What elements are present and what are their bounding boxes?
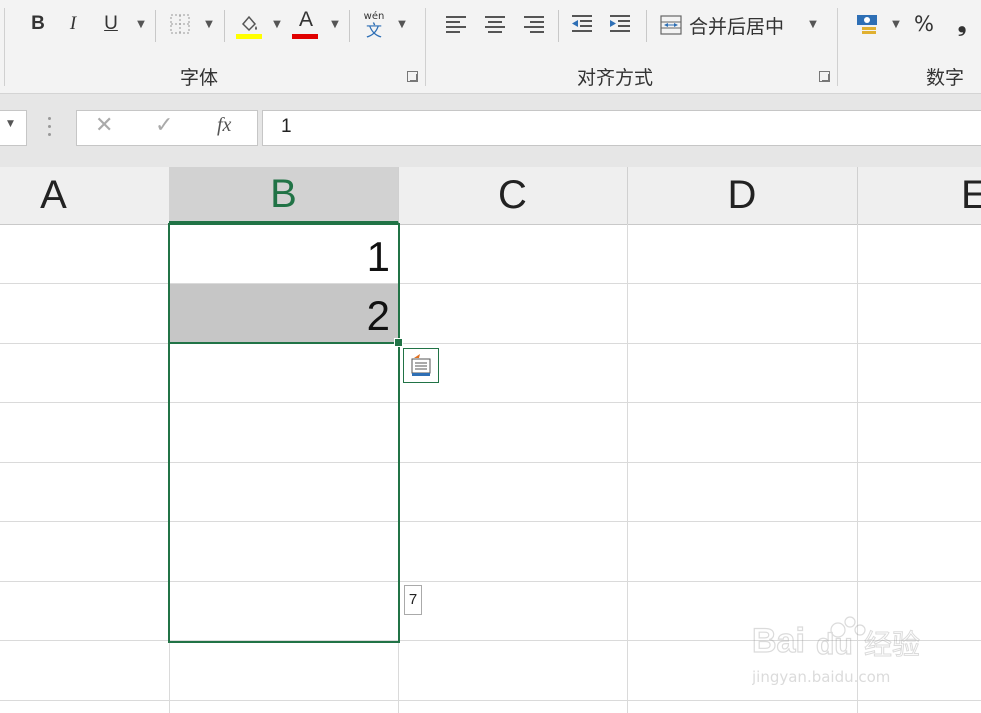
name-box-chevron-down-icon[interactable]: ▼ (7, 119, 14, 129)
insert-function-button[interactable]: fx (217, 114, 231, 137)
column-header-d[interactable]: D (627, 167, 858, 224)
accounting-format-icon[interactable] (856, 13, 882, 37)
toolbar-divider (558, 10, 559, 42)
row-gridline (0, 343, 981, 344)
align-center-icon[interactable] (484, 14, 506, 34)
group-separator (837, 8, 838, 86)
font-color-dropdown-chevron-icon[interactable]: ▼ (328, 14, 342, 34)
formula-value: 1 (281, 116, 292, 137)
column-header-e[interactable]: E (857, 167, 981, 224)
auto-fill-options-button[interactable] (403, 348, 439, 383)
baidu-jingyan-watermark: Bai du 经验 jingyan.baidu.com (751, 610, 932, 690)
align-left-icon[interactable] (446, 14, 468, 34)
selection-active-boundary (170, 342, 398, 344)
merge-center-dropdown-chevron-icon[interactable]: ▼ (806, 14, 820, 34)
borders-button[interactable] (167, 10, 193, 38)
group-separator (4, 8, 5, 86)
row-gridline (0, 462, 981, 463)
cancel-icon[interactable]: ✕ (95, 113, 113, 138)
underline-button[interactable]: U (98, 10, 124, 38)
row-gridline (0, 283, 981, 284)
ribbon: B I U ▼ ▼ ▼ A ▼ wén 文 ▼ 字体 合并后居中 ▼ 对齐方式 … (0, 0, 981, 94)
phonetic-dropdown-chevron-icon[interactable]: ▼ (395, 14, 409, 34)
font-dialog-launcher-icon[interactable] (407, 71, 418, 82)
font-color-swatch (292, 34, 318, 39)
auto-fill-options-icon (411, 354, 431, 376)
underline-dropdown-chevron-icon[interactable]: ▼ (134, 14, 148, 34)
italic-button[interactable]: I (60, 10, 86, 38)
toolbar-divider (349, 10, 350, 42)
column-header-label: B (270, 171, 297, 216)
selection-range[interactable] (168, 223, 400, 643)
comma-style-button[interactable]: ❟ (950, 10, 974, 38)
percent-style-button[interactable]: % (910, 10, 938, 38)
formula-input[interactable]: 1 (262, 110, 981, 146)
svg-text:du: du (816, 628, 853, 661)
increase-indent-icon[interactable] (608, 13, 632, 35)
row-gridline (0, 402, 981, 403)
svg-text:jingyan.baidu.com: jingyan.baidu.com (752, 668, 890, 686)
fill-color-swatch (236, 34, 262, 39)
column-header-label: D (727, 173, 757, 217)
column-header-c[interactable]: C (398, 167, 628, 224)
enter-icon[interactable]: ✓ (155, 113, 173, 138)
column-header-row: A B C D E (0, 167, 981, 225)
column-header-a[interactable]: A (0, 167, 170, 224)
bold-button[interactable]: B (25, 10, 51, 38)
column-header-label: A (40, 173, 67, 217)
row-gridline (0, 581, 981, 582)
row-gridline (0, 700, 981, 701)
accounting-dropdown-chevron-icon[interactable]: ▼ (889, 14, 903, 34)
svg-text:Bai: Bai (752, 622, 805, 660)
paint-bucket-icon (241, 15, 257, 32)
alignment-group-label: 对齐方式 (577, 67, 654, 89)
align-right-icon[interactable] (522, 14, 544, 34)
toolbar-divider (224, 10, 225, 42)
name-box[interactable]: ▼ (0, 110, 27, 146)
font-color-button[interactable]: A (292, 6, 320, 34)
toolbar-divider (155, 10, 156, 42)
column-header-label: E (961, 173, 981, 217)
number-group-label: 数字 (926, 67, 965, 89)
font-group-label: 字体 (180, 67, 219, 89)
phonetic-guide-button[interactable]: wén 文 (359, 11, 389, 41)
phonetic-char-text: 文 (365, 21, 382, 40)
formula-bar: ▼ ✕ ✓ fx 1 (0, 94, 981, 167)
group-separator (425, 8, 426, 86)
formula-bar-resize-handle[interactable] (48, 117, 52, 137)
fill-preview-tooltip: 7 (404, 585, 422, 615)
column-gridline (627, 224, 628, 713)
toolbar-divider (646, 10, 647, 42)
column-header-b[interactable]: B (169, 167, 399, 224)
borders-icon (170, 14, 190, 34)
alignment-dialog-launcher-icon[interactable] (819, 71, 830, 82)
merge-center-button[interactable]: 合并后居中 (689, 12, 784, 39)
column-header-label: C (498, 173, 527, 217)
borders-dropdown-chevron-icon[interactable]: ▼ (202, 14, 216, 34)
watermark-logo: Bai du 经验 jingyan.baidu.com (751, 616, 921, 686)
formula-buttons: ✕ ✓ fx (76, 110, 258, 146)
fill-handle[interactable] (394, 338, 403, 347)
decrease-indent-icon[interactable] (570, 13, 594, 35)
fill-color-dropdown-chevron-icon[interactable]: ▼ (270, 14, 284, 34)
row-gridline (0, 521, 981, 522)
svg-text:经验: 经验 (864, 628, 920, 661)
merge-center-icon (660, 14, 682, 36)
